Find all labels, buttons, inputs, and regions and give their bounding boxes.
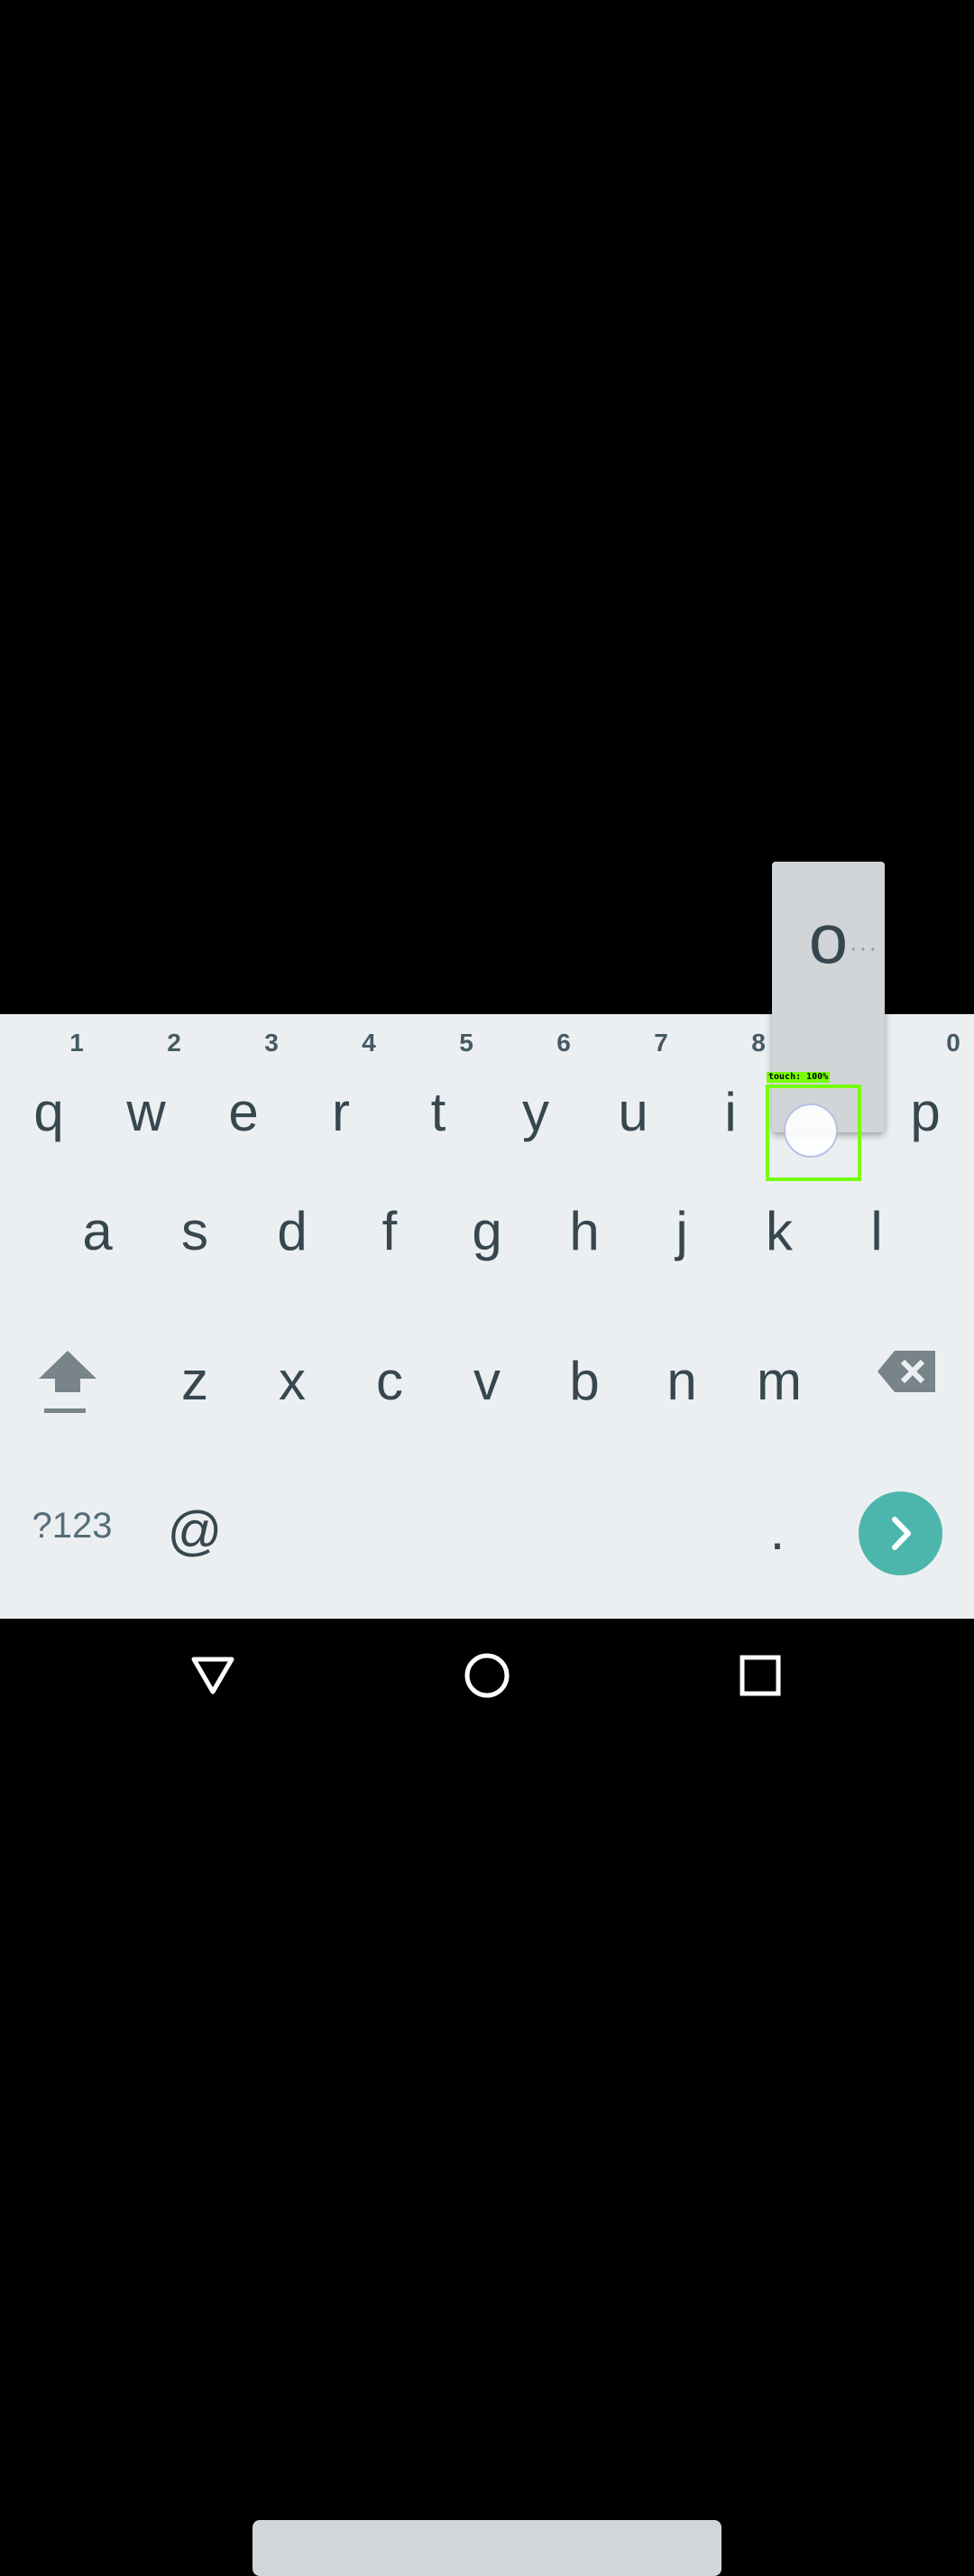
key-z[interactable]: z <box>146 1317 244 1462</box>
key-label: y <box>522 1082 549 1142</box>
key-k[interactable]: k <box>730 1168 828 1312</box>
key-hint: 4 <box>362 1029 376 1057</box>
key-label: q <box>33 1082 64 1142</box>
key-n[interactable]: n <box>633 1317 730 1462</box>
touch-label: touch: 100% <box>767 1072 831 1083</box>
key-t[interactable]: 5 t <box>390 1014 487 1159</box>
key-label: a <box>82 1201 113 1261</box>
key-hint: 5 <box>459 1029 473 1057</box>
key-y[interactable]: 6 y <box>487 1014 584 1159</box>
circle-home-icon <box>464 1653 510 1698</box>
shift-arrow-icon <box>39 1351 96 1413</box>
key-v[interactable]: v <box>438 1317 536 1462</box>
key-x[interactable]: x <box>244 1317 341 1462</box>
recents-button[interactable] <box>720 1635 801 1716</box>
key-b[interactable]: b <box>536 1317 633 1462</box>
triangle-back-icon <box>191 1657 234 1694</box>
key-s[interactable]: s <box>146 1168 244 1312</box>
navigation-bar <box>0 1619 974 1732</box>
key-d[interactable]: d <box>244 1168 341 1312</box>
go-button[interactable] <box>859 1491 942 1575</box>
key-j[interactable]: j <box>633 1168 730 1312</box>
back-button[interactable] <box>172 1635 253 1716</box>
key-label: p <box>910 1082 941 1142</box>
key-label: t <box>430 1082 446 1142</box>
key-label: r <box>332 1082 350 1142</box>
key-q[interactable]: 1 q <box>0 1014 97 1159</box>
key-label: n <box>666 1351 697 1411</box>
key-e[interactable]: 3 e <box>195 1014 292 1159</box>
key-hint: 2 <box>167 1029 181 1057</box>
key-label: s <box>181 1201 208 1261</box>
at-key[interactable]: @ <box>159 1474 231 1619</box>
key-label: g <box>472 1201 502 1261</box>
square-recents-icon <box>740 1655 781 1696</box>
key-label: f <box>381 1201 398 1261</box>
touch-indicator <box>784 1103 838 1158</box>
key-f[interactable]: f <box>341 1168 438 1312</box>
backspace-key[interactable] <box>848 1317 965 1462</box>
key-g[interactable]: g <box>438 1168 536 1312</box>
key-hint: 3 <box>264 1029 279 1057</box>
key-u[interactable]: 7 u <box>584 1014 682 1159</box>
key-label: u <box>618 1082 648 1142</box>
key-m[interactable]: m <box>730 1317 828 1462</box>
key-label: e <box>228 1082 259 1142</box>
key-l[interactable]: l <box>828 1168 925 1312</box>
key-label: l <box>870 1201 883 1261</box>
key-w[interactable]: 2 w <box>97 1014 195 1159</box>
key-label: h <box>569 1201 600 1261</box>
more-keys-hint: ··· <box>850 934 878 961</box>
key-label: c <box>376 1351 403 1411</box>
at-key-label: @ <box>167 1500 223 1561</box>
key-label: m <box>757 1351 802 1411</box>
space-bar[interactable] <box>253 2520 721 2576</box>
key-label: v <box>473 1351 501 1411</box>
key-label: d <box>277 1201 308 1261</box>
key-label: k <box>766 1201 793 1261</box>
key-h[interactable]: h <box>536 1168 633 1312</box>
key-i[interactable]: 8 i <box>682 1014 779 1159</box>
key-label: b <box>569 1351 600 1411</box>
key-label: w <box>126 1082 166 1142</box>
home-button[interactable] <box>446 1635 528 1716</box>
key-p[interactable]: 0 p <box>877 1014 974 1159</box>
shift-key[interactable] <box>0 1317 135 1462</box>
key-hint: 8 <box>751 1029 766 1057</box>
chevron-right-icon <box>892 1517 911 1550</box>
key-hint: 1 <box>69 1029 84 1057</box>
period-key[interactable]: . <box>741 1474 813 1619</box>
key-label: i <box>724 1082 737 1142</box>
key-label: z <box>181 1351 208 1411</box>
backspace-icon <box>878 1351 935 1392</box>
key-c[interactable]: c <box>341 1317 438 1462</box>
symbols-key-label: ?123 <box>32 1506 113 1546</box>
key-hint: 7 <box>654 1029 668 1057</box>
key-r[interactable]: 4 r <box>292 1014 390 1159</box>
key-hint: 0 <box>946 1029 960 1057</box>
key-label: x <box>279 1351 306 1411</box>
symbols-key[interactable]: ?123 <box>0 1474 144 1619</box>
key-hint: 6 <box>556 1029 571 1057</box>
key-a[interactable]: a <box>49 1168 146 1312</box>
period-key-label: . <box>769 1500 786 1561</box>
key-label: j <box>675 1201 688 1261</box>
